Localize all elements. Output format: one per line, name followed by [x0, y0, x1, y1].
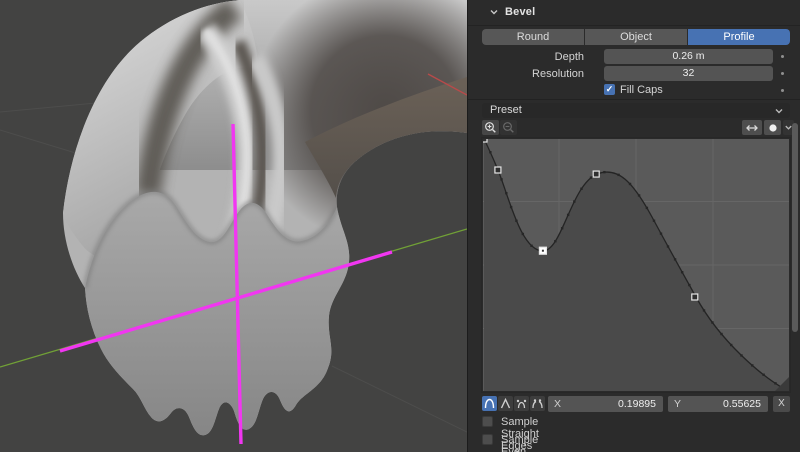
point-x-field[interactable]: X 0.19895 [548, 396, 663, 412]
chevron-down-icon [775, 109, 783, 114]
curve-sample-dot [740, 354, 743, 357]
depth-label: Depth [554, 51, 584, 63]
preset-dropdown[interactable]: Preset [482, 103, 790, 118]
resolution-field[interactable]: 32 [604, 66, 773, 81]
collapse-chevron-icon [490, 10, 498, 15]
free-handle-icon [516, 399, 527, 409]
tab-object[interactable]: Object [585, 29, 687, 45]
curve-sample-dot [673, 258, 677, 261]
zoom-in-button[interactable] [482, 120, 499, 135]
preset-label: Preset [490, 104, 522, 116]
curve-sample-dot [659, 232, 663, 235]
curve-control-point-1[interactable] [494, 166, 502, 174]
fill-caps-decorator-dot[interactable] [781, 89, 784, 92]
curve-sample-dot [680, 271, 684, 274]
curve-sample-dot [666, 245, 670, 248]
tab-round[interactable]: Round [482, 29, 584, 45]
circle-icon [768, 123, 777, 132]
tab-profile[interactable]: Profile [688, 29, 790, 45]
3d-viewport[interactable] [0, 0, 467, 452]
curve-sample-dot [521, 232, 525, 236]
blender-window: { "colors": { "accent": "#4772b3", "sele… [0, 0, 800, 452]
curve-sample-dot [554, 240, 557, 243]
depth-field[interactable]: 0.26 m [604, 49, 773, 64]
bevel-panel: Bevel Round Object Profile Depth 0.26 m … [467, 0, 800, 452]
fill-caps-checkbox[interactable]: ✓ [604, 84, 615, 95]
delete-point-button[interactable]: X [773, 396, 790, 412]
curve-sample-dot [530, 244, 533, 247]
curve-sample-dot [560, 227, 564, 230]
zoom-out-icon [503, 122, 514, 133]
y-value: 0.55625 [723, 398, 761, 410]
curve-sample-dot [751, 364, 754, 367]
clipping-button[interactable] [764, 120, 781, 135]
curve-control-point-4[interactable] [691, 293, 699, 301]
curve-sample-dot [720, 332, 723, 336]
depth-decorator-dot[interactable] [781, 55, 784, 58]
curve-sample-dot [702, 309, 706, 312]
resolution-decorator-dot[interactable] [781, 72, 784, 75]
panel-title: Bevel [505, 6, 536, 18]
curve-sample-dot [617, 173, 620, 177]
reset-view-button[interactable] [742, 120, 762, 135]
curve-sample-dot [762, 373, 765, 376]
curve-sample-dot [652, 219, 656, 222]
zoom-out-button[interactable] [500, 120, 517, 135]
curve-sample-dot [645, 206, 649, 210]
curve-sample-dot [509, 205, 513, 209]
vector-handle-icon [500, 397, 511, 409]
y-label: Y [674, 398, 682, 410]
curve-sample-dot [603, 170, 606, 174]
resolution-label: Resolution [532, 68, 584, 80]
panel-header[interactable]: Bevel [468, 0, 800, 26]
profile-curve-canvas[interactable] [482, 138, 790, 392]
curve-sample-dot [774, 382, 777, 385]
profile-curve-editor[interactable] [481, 137, 791, 393]
x-label: X [554, 398, 562, 410]
x-value: 0.19895 [618, 398, 656, 410]
curve-sample-dot [505, 192, 508, 195]
curve-sample-dot [628, 182, 632, 186]
curve-sample-dot [589, 176, 593, 179]
arrows-horizontal-icon [746, 124, 758, 131]
curve-sample-dot [500, 178, 503, 181]
zoom-in-icon [485, 122, 496, 133]
curve-sample-dot [573, 200, 576, 203]
sample-straight-edges-checkbox[interactable] [482, 416, 493, 427]
curve-sample-dot [730, 343, 733, 347]
aligned-handle-icon [532, 399, 543, 409]
bevel-type-tabs: Round Object Profile [482, 29, 790, 45]
panel-scrollbar[interactable] [792, 123, 798, 332]
curve-sample-dot [637, 194, 641, 197]
curve-sample-dot [711, 321, 714, 324]
handle-vector-button[interactable] [498, 396, 513, 411]
curve-sample-dot [515, 219, 518, 222]
curve-sample-dot [580, 187, 583, 190]
handle-auto-button[interactable] [482, 396, 497, 411]
fill-caps-label: Fill Caps [620, 84, 663, 96]
curve-sample-dot [489, 151, 492, 154]
separator [468, 99, 800, 100]
handle-free-button[interactable] [514, 396, 529, 411]
curve-control-point-3[interactable] [592, 170, 600, 178]
sample-even-lengths-checkbox[interactable] [482, 434, 493, 445]
sample-even-lengths-label: Sample Even Lengths [501, 434, 539, 452]
handle-aligned-button[interactable] [530, 396, 545, 411]
point-y-field[interactable]: Y 0.55625 [668, 396, 768, 412]
selected-point-center [541, 249, 544, 252]
viewport-canvas [0, 0, 467, 452]
curve-sample-dot [688, 283, 691, 287]
curve-sample-dot [566, 213, 570, 217]
auto-handle-icon [484, 398, 495, 409]
